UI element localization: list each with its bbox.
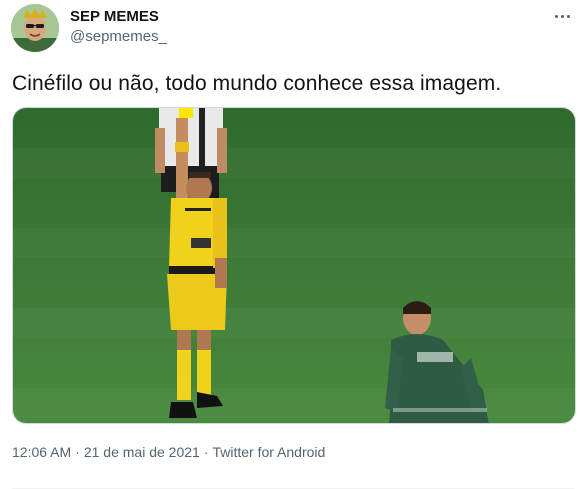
tweet-meta: 12:06 AM · 21 de mai de 2021 · Twitter for A… (12, 444, 325, 460)
tweet: SEP MEMES @sepmemes_ Cinéfilo ou não, to… (0, 0, 586, 489)
tweet-photo[interactable] (12, 107, 576, 424)
avatar[interactable] (11, 4, 59, 52)
user-handle[interactable]: @sepmemes_ (70, 28, 167, 45)
photo-referee-yellow-card (13, 108, 575, 423)
tweet-text: Cinéfilo ou não, todo mundo conhece essa… (12, 72, 502, 95)
tweet-source[interactable]: Twitter for Android (212, 444, 325, 460)
tweet-time[interactable]: 12:06 AM (12, 444, 71, 460)
meta-separator: · (75, 444, 80, 460)
avatar-image (11, 4, 59, 52)
tweet-date[interactable]: 21 de mai de 2021 (84, 444, 200, 460)
more-horizontal-icon[interactable] (550, 6, 574, 26)
meta-separator: · (203, 444, 209, 460)
display-name[interactable]: SEP MEMES (70, 8, 159, 25)
